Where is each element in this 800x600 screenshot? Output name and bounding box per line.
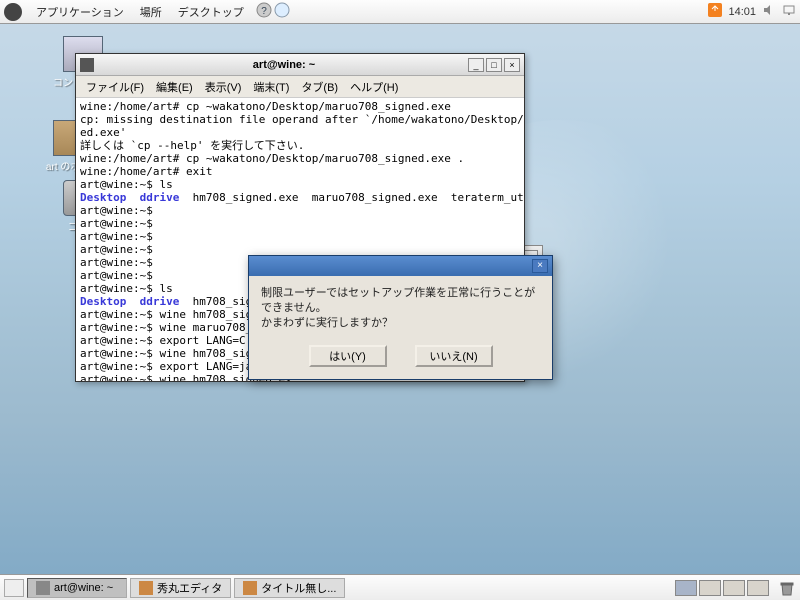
- volume-icon[interactable]: [762, 3, 776, 20]
- task-untitled[interactable]: タイトル無し...: [234, 578, 345, 598]
- menu-file[interactable]: ファイル(F): [80, 77, 150, 97]
- workspace-switcher[interactable]: [675, 580, 769, 596]
- terminal-titlebar[interactable]: art@wine: ~ _ □ ×: [76, 54, 524, 76]
- gnome-foot-icon[interactable]: [4, 3, 22, 21]
- workspace-1[interactable]: [675, 580, 697, 596]
- workspace-2[interactable]: [699, 580, 721, 596]
- hidemaru-icon: [139, 581, 153, 595]
- bottom-panel: art@wine: ~ 秀丸エディタ タイトル無し...: [0, 574, 800, 600]
- yes-button[interactable]: はい(Y): [309, 345, 387, 367]
- no-button[interactable]: いいえ(N): [415, 345, 493, 367]
- trash-icon[interactable]: [778, 579, 796, 597]
- dialog-message: 制限ユーザーではセットアップ作業を正常に行うことができません。 かまわずに実行し…: [261, 286, 540, 331]
- task-label: art@wine: ~: [54, 582, 113, 594]
- task-terminal[interactable]: art@wine: ~: [27, 578, 127, 598]
- hidemaru-icon: [243, 581, 257, 595]
- menu-terminal[interactable]: 端末(T): [247, 77, 295, 97]
- help-icon[interactable]: ?: [256, 2, 272, 21]
- confirm-dialog: × 制限ユーザーではセットアップ作業を正常に行うことができません。 かまわずに実…: [248, 255, 553, 380]
- menu-places[interactable]: 場所: [132, 2, 170, 22]
- task-label: タイトル無し...: [261, 580, 336, 596]
- menu-tabs[interactable]: タブ(B): [295, 77, 344, 97]
- maximize-button[interactable]: □: [486, 58, 502, 72]
- close-button[interactable]: ×: [504, 58, 520, 72]
- network-icon[interactable]: [782, 3, 796, 20]
- menu-desktop[interactable]: デスクトップ: [170, 2, 252, 22]
- system-tray: 14:01: [708, 3, 796, 20]
- task-label: 秀丸エディタ: [157, 580, 222, 596]
- menu-edit[interactable]: 編集(E): [150, 77, 199, 97]
- terminal-menubar: ファイル(F) 編集(E) 表示(V) 端末(T) タブ(B) ヘルプ(H): [76, 76, 524, 98]
- svg-text:?: ?: [261, 6, 267, 17]
- minimize-button[interactable]: _: [468, 58, 484, 72]
- update-icon[interactable]: [708, 3, 722, 20]
- terminal-icon: [80, 58, 94, 72]
- menu-applications[interactable]: アプリケーション: [28, 2, 132, 22]
- task-hidemaru[interactable]: 秀丸エディタ: [130, 578, 231, 598]
- top-panel: アプリケーション 場所 デスクトップ ? 14:01: [0, 0, 800, 24]
- clock[interactable]: 14:01: [728, 6, 756, 18]
- terminal-icon: [36, 581, 50, 595]
- terminal-title: art@wine: ~: [100, 59, 468, 71]
- dialog-titlebar[interactable]: ×: [249, 256, 552, 276]
- browser-icon[interactable]: [274, 2, 290, 21]
- show-desktop-button[interactable]: [4, 579, 24, 597]
- workspace-4[interactable]: [747, 580, 769, 596]
- workspace-3[interactable]: [723, 580, 745, 596]
- close-icon[interactable]: ×: [532, 259, 548, 273]
- menu-view[interactable]: 表示(V): [199, 77, 248, 97]
- menu-help[interactable]: ヘルプ(H): [344, 77, 404, 97]
